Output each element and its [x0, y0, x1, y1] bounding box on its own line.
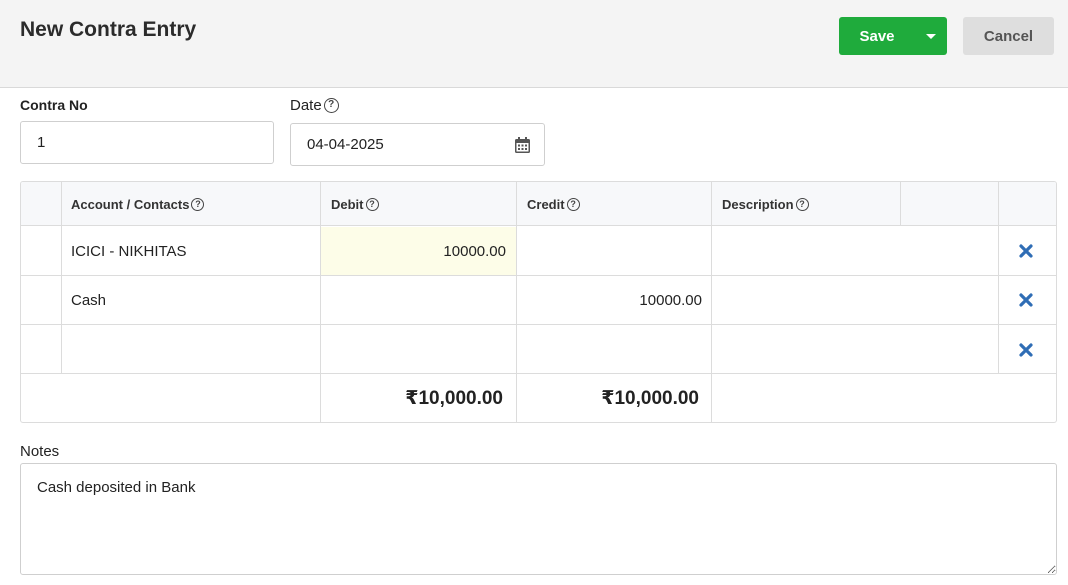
save-options-button[interactable] — [915, 17, 947, 55]
question-circle-icon[interactable]: ? — [191, 197, 205, 211]
credit-cell[interactable]: 10000.00 — [517, 276, 702, 324]
account-cell[interactable]: Cash — [71, 276, 316, 324]
column-header-debit: Debit ? — [331, 182, 379, 226]
description-cell[interactable] — [721, 276, 996, 324]
entries-table: Account / Contacts ? Debit ? Credit ? De… — [20, 181, 1057, 423]
page-header: New Contra Entry Save Cancel — [0, 0, 1068, 88]
account-cell[interactable] — [71, 325, 316, 373]
page-title: New Contra Entry — [20, 18, 197, 41]
credit-cell[interactable] — [517, 227, 702, 275]
cancel-button[interactable]: Cancel — [963, 17, 1054, 55]
date-input[interactable] — [290, 123, 545, 166]
description-cell[interactable] — [721, 325, 996, 373]
times-icon[interactable] — [1019, 244, 1033, 258]
column-header-credit: Credit ? — [527, 182, 580, 226]
debit-cell[interactable]: 10000.00 — [321, 227, 506, 275]
save-button-group: Save — [839, 17, 947, 55]
question-circle-icon[interactable]: ? — [323, 98, 339, 113]
question-circle-icon[interactable]: ? — [566, 197, 580, 211]
contra-no-label: Contra No — [20, 97, 88, 113]
notes-textarea[interactable]: Cash deposited in Bank — [20, 463, 1057, 575]
debit-cell[interactable] — [321, 276, 506, 324]
date-label: Date ? — [290, 97, 339, 114]
credit-total: ₹10,000.00 — [601, 387, 699, 409]
question-circle-icon[interactable]: ? — [795, 197, 809, 211]
times-icon[interactable] — [1019, 343, 1033, 357]
credit-cell[interactable] — [517, 325, 702, 373]
contra-no-input[interactable] — [20, 121, 274, 164]
notes-label: Notes — [20, 443, 60, 460]
account-cell[interactable]: ICICI - NIKHITAS — [71, 227, 316, 275]
calendar-icon[interactable] — [515, 137, 530, 153]
debit-total: ₹10,000.00 — [405, 387, 503, 409]
question-circle-icon[interactable]: ? — [365, 197, 379, 211]
debit-cell[interactable] — [321, 325, 506, 373]
times-icon[interactable] — [1019, 293, 1033, 307]
column-header-account: Account / Contacts ? — [71, 182, 205, 226]
column-header-description: Description ? — [722, 182, 809, 226]
save-button[interactable]: Save — [839, 17, 915, 55]
description-cell[interactable] — [721, 227, 996, 275]
caret-down-icon — [926, 33, 936, 39]
